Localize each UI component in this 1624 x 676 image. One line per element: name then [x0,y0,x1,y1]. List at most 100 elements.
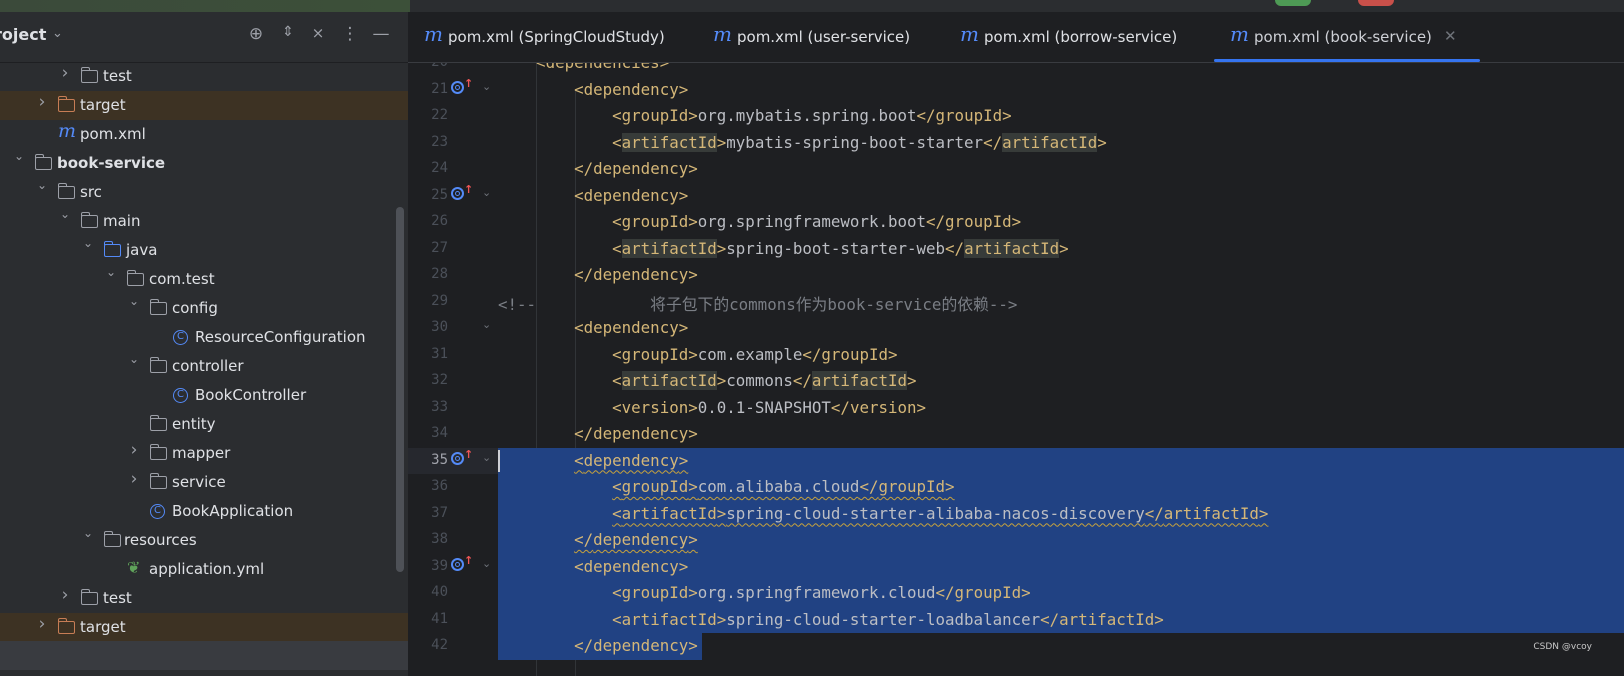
fold-icon[interactable]: ⌄ [482,318,491,331]
close-icon[interactable]: ✕ [1444,27,1457,45]
code-line-32[interactable]: 32 <artifactId>commons</artifactId> [408,368,1624,395]
folder-icon [80,212,98,228]
chevron-right-icon[interactable]: › [128,469,140,489]
line-number: 33 [431,398,448,415]
code-text: <groupId>org.springframework.cloud</grou… [612,583,1031,602]
line-number: 42 [431,637,448,653]
scrollbar[interactable] [396,207,404,572]
tree-row-partial[interactable] [0,641,408,670]
code-text: <dependency> [574,556,689,576]
code-line-25[interactable]: 25 ↑ ⌄ <dependency> [408,183,1624,210]
fold-icon[interactable]: ⌄ [482,557,491,570]
line-number: 25 [431,186,448,203]
code-line-35[interactable]: 35 ↑ ⌄ <dependency> [408,447,1624,474]
folder-icon [80,589,98,605]
chevron-down-icon[interactable]: ⌄ [59,207,71,221]
code-line-42[interactable]: 42 </dependency> [408,633,1624,660]
line-number: 28 [431,266,448,282]
code-line-29[interactable]: 29 <!-- 将子包下的commons作为book-service的依赖--> [408,289,1624,316]
code-line-37[interactable]: 37 <artifactId>spring-cloud-starter-alib… [408,500,1624,527]
tree-item-label: config [172,299,218,317]
run-button[interactable] [1275,0,1311,6]
line-number: 36 [431,478,448,494]
tree-item-test[interactable]: › test [0,62,408,91]
tree-item-resourceconfiguration[interactable]: C ResourceConfiguration [0,323,408,352]
code-line-24[interactable]: 24 </dependency> [408,156,1624,183]
chevron-down-icon[interactable]: ⌄ [128,294,140,308]
tree-item-target[interactable]: › target [0,613,408,642]
tree-item-service[interactable]: › service [0,468,408,497]
code-line-22[interactable]: 22 <groupId>org.mybatis.spring.boot</gro… [408,103,1624,130]
code-line-30[interactable]: 30 ⌄ <dependency> [408,315,1624,342]
tree-item-main[interactable]: ⌄ main [0,207,408,236]
chevron-right-icon[interactable]: › [128,440,140,460]
code-line-36[interactable]: 36 <groupId>com.alibaba.cloud</groupId> [408,474,1624,501]
expand-all-icon[interactable]: ⇕ [277,24,299,40]
chevron-down-icon[interactable]: ⌄ [36,178,48,192]
chevron-right-icon[interactable]: › [36,614,48,634]
tree-item-src[interactable]: ⌄ src [0,178,408,207]
code-line-20[interactable]: 20 <dependencies> [408,63,1624,77]
arrow-up-icon: ↑ [464,76,474,90]
hide-icon[interactable]: — [370,24,392,44]
code-line-28[interactable]: 28 </dependency> [408,262,1624,289]
tree-item-controller[interactable]: ⌄ controller [0,352,408,381]
tree-item-book-service[interactable]: ⌄ book-service [0,149,408,178]
tree-item-pom-xml[interactable]: m pom.xml [0,120,408,149]
chevron-down-icon[interactable]: ⌄ [13,149,25,163]
tree-item-test[interactable]: › test [0,584,408,613]
chevron-right-icon[interactable]: › [36,92,48,112]
tab-label: pom.xml (user-service) [737,28,911,46]
locate-icon[interactable]: ⊕ [245,24,267,44]
code-line-26[interactable]: 26 <groupId>org.springframework.boot</gr… [408,209,1624,236]
tree-item-resources[interactable]: ⌄ resources [0,526,408,555]
fold-icon[interactable]: ⌄ [482,80,491,93]
stop-button[interactable] [1358,0,1394,6]
tree-item-config[interactable]: ⌄ config [0,294,408,323]
code-line-34[interactable]: 34 </dependency> [408,421,1624,448]
code-line-41[interactable]: 41 <artifactId>spring-cloud-starter-load… [408,606,1624,633]
collapse-all-icon[interactable]: ⨯ [307,24,329,42]
more-options-icon[interactable]: ⋮ [339,24,361,44]
chevron-down-icon[interactable]: ⌄ [52,26,63,41]
code-line-40[interactable]: 40 <groupId>org.springframework.cloud</g… [408,580,1624,607]
tree-item-bookcontroller[interactable]: C BookController [0,381,408,410]
chevron-down-icon[interactable]: ⌄ [82,236,94,250]
maven-icon: m [960,22,979,46]
code-line-31[interactable]: 31 <groupId>com.example</groupId> [408,342,1624,369]
code-line-39[interactable]: 39 ↑ ⌄ <dependency> [408,553,1624,580]
overridden-dependency-icon[interactable] [451,557,464,571]
maven-icon: m [1230,22,1249,46]
code-editor[interactable]: 20 <dependencies> 21 ↑ ⌄ <dependency> 22 <gr… [408,63,1624,676]
overridden-dependency-icon[interactable] [451,451,464,465]
overridden-dependency-icon[interactable] [451,80,464,94]
chevron-down-icon[interactable]: ⌄ [105,265,117,279]
fold-icon[interactable]: ⌄ [482,186,491,199]
code-line-21[interactable]: 21 ↑ ⌄ <dependency> [408,77,1624,104]
tree-item-application-yml[interactable]: ❦ application.yml [0,555,408,584]
tab-pom-book-service[interactable]: m pom.xml (book-service) ✕ [1214,12,1480,62]
project-view-title[interactable]: roject [0,25,46,44]
chevron-down-icon[interactable]: ⌄ [128,352,140,366]
chevron-down-icon[interactable]: ⌄ [82,526,94,540]
code-line-33[interactable]: 33 <version>0.0.1-SNAPSHOT</version> [408,395,1624,422]
tree-item-entity[interactable]: entity [0,410,408,439]
project-tool-window: roject ⌄ ⊕ ⇕ ⨯ ⋮ — ›test›targetmpom.xml⌄… [0,12,408,676]
tree-item-bookapplication[interactable]: C BookApplication [0,497,408,526]
tree-item-target[interactable]: › target [0,91,408,120]
code-line-27[interactable]: 27 <artifactId>spring-boot-starter-web</… [408,236,1624,263]
code-line-23[interactable]: 23 <artifactId>mybatis-spring-boot-start… [408,130,1624,157]
tree-item-label: mapper [172,444,231,462]
fold-icon[interactable]: ⌄ [482,451,491,464]
tree-item-java[interactable]: ⌄ java [0,236,408,265]
arrow-up-icon: ↑ [464,447,474,461]
chevron-right-icon[interactable]: › [59,63,71,83]
line-number: 29 [431,292,448,309]
tree-item-mapper[interactable]: › mapper [0,439,408,468]
overridden-dependency-icon[interactable] [451,186,464,200]
package-icon [149,357,167,373]
tree-item-label: book-service [57,154,166,172]
tree-item-com-test[interactable]: ⌄ com.test [0,265,408,294]
code-line-38[interactable]: 38 </dependency> [408,527,1624,554]
chevron-right-icon[interactable]: › [59,585,71,605]
